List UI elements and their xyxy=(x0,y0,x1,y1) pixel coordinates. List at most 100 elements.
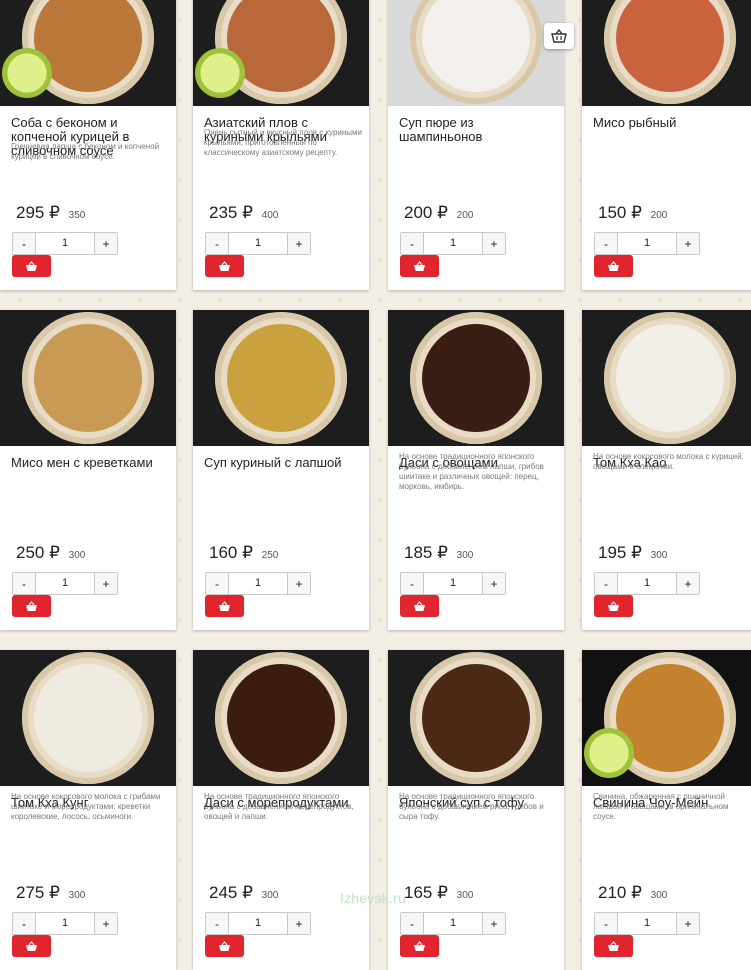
product-photo[interactable] xyxy=(193,0,369,106)
qty-input[interactable]: 1 xyxy=(424,913,482,934)
qty-plus-button[interactable]: + xyxy=(676,573,699,594)
qty-plus-button[interactable]: + xyxy=(482,913,505,934)
product-title[interactable]: Мисо рыбный xyxy=(593,116,751,130)
currency-sign: ₽ xyxy=(631,543,642,562)
qty-input[interactable]: 1 xyxy=(36,913,94,934)
qty-plus-button[interactable]: + xyxy=(94,573,117,594)
product-price: 210 ₽ 300 xyxy=(598,883,667,903)
add-to-cart-button[interactable] xyxy=(400,255,439,277)
add-to-cart-button[interactable] xyxy=(12,935,51,957)
dish-bowl xyxy=(604,312,736,444)
product-title[interactable]: Мисо мен с креветками xyxy=(11,456,169,470)
price-old: 200 xyxy=(456,210,474,221)
qty-input[interactable]: 1 xyxy=(424,233,482,254)
qty-minus-button[interactable]: - xyxy=(401,573,424,594)
product-card: Суп куриный с лапшой 160 ₽ 250 - 1 + xyxy=(193,310,369,630)
price-current: 195 xyxy=(598,543,627,562)
product-photo[interactable] xyxy=(193,310,369,446)
qty-minus-button[interactable]: - xyxy=(13,573,36,594)
qty-minus-button[interactable]: - xyxy=(595,573,618,594)
qty-plus-button[interactable]: + xyxy=(676,233,699,254)
qty-plus-button[interactable]: + xyxy=(287,233,310,254)
qty-plus-button[interactable]: + xyxy=(482,233,505,254)
product-photo[interactable] xyxy=(388,310,564,446)
qty-input[interactable]: 1 xyxy=(36,573,94,594)
qty-plus-button[interactable]: + xyxy=(94,233,117,254)
price-old: 300 xyxy=(650,550,668,561)
basket-icon xyxy=(26,940,37,951)
qty-input[interactable]: 1 xyxy=(36,233,94,254)
qty-minus-button[interactable]: - xyxy=(13,913,36,934)
qty-minus-button[interactable]: - xyxy=(401,233,424,254)
product-price: 195 ₽ 300 xyxy=(598,543,667,563)
quantity-stepper: - 1 + xyxy=(594,572,700,595)
qty-minus-button[interactable]: - xyxy=(206,573,229,594)
product-photo[interactable] xyxy=(582,650,751,786)
qty-minus-button[interactable]: - xyxy=(595,913,618,934)
currency-sign: ₽ xyxy=(49,203,60,222)
product-photo[interactable] xyxy=(193,650,369,786)
price-old: 350 xyxy=(68,210,86,221)
product-photo[interactable] xyxy=(388,650,564,786)
quantity-stepper: - 1 + xyxy=(205,232,311,255)
add-to-cart-button[interactable] xyxy=(594,595,633,617)
product-photo[interactable] xyxy=(582,0,751,106)
qty-input[interactable]: 1 xyxy=(618,233,676,254)
product-card: Даси с овощами На основе традиционного я… xyxy=(388,310,564,630)
qty-plus-button[interactable]: + xyxy=(94,913,117,934)
qty-minus-button[interactable]: - xyxy=(595,233,618,254)
quantity-stepper: - 1 + xyxy=(594,232,700,255)
product-photo[interactable] xyxy=(582,310,751,446)
product-photo[interactable] xyxy=(388,0,564,106)
qty-plus-button[interactable]: + xyxy=(676,913,699,934)
price-current: 275 xyxy=(16,883,45,902)
qty-input[interactable]: 1 xyxy=(618,573,676,594)
qty-plus-button[interactable]: + xyxy=(287,573,310,594)
qty-plus-button[interactable]: + xyxy=(482,573,505,594)
add-to-cart-button[interactable] xyxy=(12,595,51,617)
add-to-cart-button[interactable] xyxy=(205,255,244,277)
add-to-cart-button[interactable] xyxy=(12,255,51,277)
price-current: 165 xyxy=(404,883,433,902)
qty-minus-button[interactable]: - xyxy=(401,913,424,934)
product-card: Азиатский плов с куриными крыльями Очень… xyxy=(193,0,369,290)
qty-input[interactable]: 1 xyxy=(618,913,676,934)
quantity-stepper: - 1 + xyxy=(400,572,506,595)
product-card: Даси с морепродуктами На основе традицио… xyxy=(193,650,369,970)
product-title[interactable]: Суп куриный с лапшой xyxy=(204,456,362,470)
product-description: На основе кокосового молока с грибами ши… xyxy=(11,792,161,821)
product-card: Соба с беконом и копченой курицей в слив… xyxy=(0,0,176,290)
qty-input[interactable]: 1 xyxy=(424,573,482,594)
basket-icon xyxy=(608,260,619,271)
product-photo[interactable] xyxy=(0,0,176,106)
basket-icon xyxy=(608,940,619,951)
qty-input[interactable]: 1 xyxy=(229,573,287,594)
qty-input[interactable]: 1 xyxy=(229,233,287,254)
qty-minus-button[interactable]: - xyxy=(206,233,229,254)
add-to-cart-button[interactable] xyxy=(594,255,633,277)
qty-minus-button[interactable]: - xyxy=(206,913,229,934)
dish-bowl xyxy=(410,0,542,104)
product-price: 165 ₽ 300 xyxy=(404,883,473,903)
add-to-cart-button[interactable] xyxy=(205,595,244,617)
price-old: 300 xyxy=(68,550,86,561)
price-old: 250 xyxy=(261,550,279,561)
product-card: Том Кха Кунг На основе кокосового молока… xyxy=(0,650,176,970)
quick-add-cart-button[interactable] xyxy=(544,23,574,49)
product-title[interactable]: Суп пюре из шампиньонов xyxy=(399,116,557,144)
qty-input[interactable]: 1 xyxy=(229,913,287,934)
basket-icon xyxy=(26,600,37,611)
product-description: На основе традиционного японского бульон… xyxy=(399,792,544,821)
add-to-cart-button[interactable] xyxy=(205,935,244,957)
add-to-cart-button[interactable] xyxy=(594,935,633,957)
product-description: На основе традиционного японского бульон… xyxy=(399,452,544,491)
add-to-cart-button[interactable] xyxy=(400,935,439,957)
price-current: 150 xyxy=(598,203,627,222)
qty-minus-button[interactable]: - xyxy=(13,233,36,254)
qty-plus-button[interactable]: + xyxy=(287,913,310,934)
product-photo[interactable] xyxy=(0,310,176,446)
product-card: Мисо мен с креветками 250 ₽ 300 - 1 + xyxy=(0,310,176,630)
product-photo[interactable] xyxy=(0,650,176,786)
add-to-cart-button[interactable] xyxy=(400,595,439,617)
price-old: 400 xyxy=(261,210,279,221)
